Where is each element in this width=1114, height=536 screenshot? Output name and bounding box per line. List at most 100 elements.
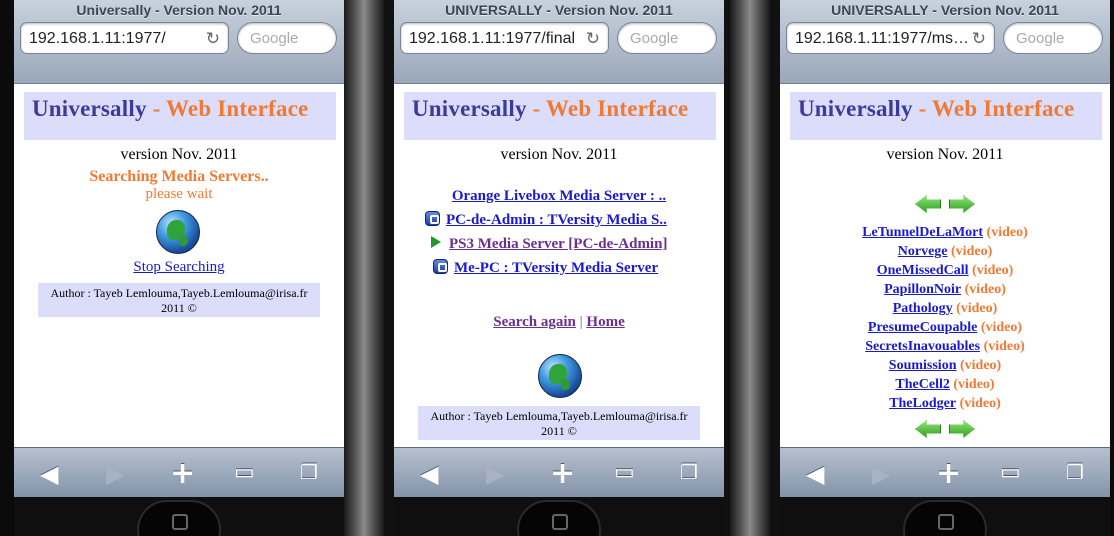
pager-top [780, 195, 1110, 218]
back-icon[interactable]: ◀ [420, 460, 438, 488]
address-bar[interactable]: 192.168.1.11:1977/ ↻ [20, 22, 229, 54]
video-type: (video) [980, 320, 1023, 335]
searching-status: Searching Media Servers.. [89, 168, 269, 185]
header-title: Universally [32, 96, 147, 121]
header-title: Universally [798, 96, 913, 121]
search-field[interactable]: Google [1003, 22, 1103, 54]
home-button[interactable] [517, 500, 601, 536]
window-title: UNIVERSALLY - Version Nov. 2011 [831, 2, 1059, 18]
previous-page-icon[interactable] [915, 420, 941, 438]
video-link[interactable]: TheCell2 [895, 377, 949, 392]
screen-servers: UNIVERSALLY - Version Nov. 2011 192.168.… [394, 0, 724, 536]
pager-bottom [780, 420, 1110, 443]
previous-page-icon[interactable] [915, 195, 941, 213]
home-square-icon [552, 514, 568, 530]
video-link[interactable]: OneMissedCall [877, 263, 969, 278]
list-item: Norvege (video) [780, 242, 1110, 261]
browser-toolbar: ◀ ▶ + ▭ ❐ [14, 447, 344, 497]
video-type: (video) [964, 282, 1006, 297]
version-text: version Nov. 2011 [120, 146, 238, 163]
browser-toolbar: ◀ ▶ + ▭ ❐ [394, 447, 724, 497]
list-item: PapillonNoir (video) [780, 280, 1110, 299]
header-subtitle: - Web Interface [152, 96, 309, 121]
search-again-link[interactable]: Search again [493, 314, 576, 330]
version-text: version Nov. 2011 [500, 146, 618, 163]
add-bookmark-icon[interactable]: + [550, 456, 575, 491]
browser-titlebar: UNIVERSALLY - Version Nov. 2011 192.168.… [780, 0, 1110, 84]
home-button[interactable] [137, 500, 221, 536]
bookmarks-icon[interactable]: ▭ [234, 460, 255, 485]
video-link[interactable]: Pathology [893, 301, 953, 316]
search-field[interactable]: Google [617, 22, 717, 54]
video-type: (video) [959, 358, 1002, 373]
next-page-icon[interactable] [949, 420, 975, 438]
server-link[interactable]: PC-de-Admin : TVersity Media S.. [446, 212, 667, 228]
play-icon [431, 236, 441, 248]
list-item: LeTunnelDeLaMort (video) [780, 223, 1110, 242]
page-header: Universally - Web Interface [790, 92, 1102, 140]
list-item: PresumeCoupable (video) [780, 318, 1110, 337]
pages-icon[interactable]: ❐ [680, 460, 698, 484]
separator-1 [344, 0, 384, 536]
video-link[interactable]: Soumission [889, 358, 957, 373]
media-server-icon [433, 259, 448, 274]
screen-videos: UNIVERSALLY - Version Nov. 2011 192.168.… [780, 0, 1110, 536]
separator-2 [730, 0, 770, 536]
reload-icon[interactable]: ↻ [206, 29, 220, 49]
video-type: (video) [956, 301, 998, 316]
add-bookmark-icon[interactable]: + [936, 456, 961, 491]
page-header: Universally - Web Interface [404, 92, 716, 140]
url-text: 192.168.1.11:1977/final [409, 30, 576, 47]
forward-icon[interactable]: ▶ [872, 460, 890, 488]
home-button[interactable] [903, 500, 987, 536]
add-bookmark-icon[interactable]: + [170, 456, 195, 491]
next-page-icon[interactable] [949, 195, 975, 213]
home-link[interactable]: Home [586, 314, 624, 330]
copyright-line: 2011 © [541, 424, 577, 438]
author-line: Author : Tayeb Lemlouma,Tayeb.Lemlouma@i… [430, 409, 688, 423]
video-link[interactable]: LeTunnelDeLaMort [862, 225, 983, 240]
video-type: (video) [986, 225, 1028, 240]
link-separator: | [579, 314, 583, 330]
author-box: Author : Tayeb Lemlouma,Tayeb.Lemlouma@i… [418, 406, 700, 440]
video-link[interactable]: PresumeCoupable [868, 320, 977, 335]
phone-bezel-left [0, 0, 14, 536]
browser-titlebar: Universally - Version Nov. 2011 192.168.… [14, 0, 344, 84]
pages-icon[interactable]: ❐ [1066, 460, 1084, 484]
url-text: 192.168.1.11:1977/ [29, 30, 166, 47]
stop-searching-link[interactable]: Stop Searching [133, 259, 224, 275]
home-square-icon [938, 514, 954, 530]
pages-icon[interactable]: ❐ [300, 460, 318, 484]
header-title: Universally [412, 96, 527, 121]
copyright-line: 2011 © [161, 301, 197, 315]
video-type: (video) [972, 263, 1014, 278]
video-link[interactable]: SecretsInavouables [865, 339, 980, 354]
video-list: LeTunnelDeLaMort (video) Norvege (video)… [780, 223, 1110, 413]
list-item: TheCell2 (video) [780, 375, 1110, 394]
server-link[interactable]: PS3 Media Server [PC-de-Admin] [449, 236, 667, 252]
browser-titlebar: UNIVERSALLY - Version Nov. 2011 192.168.… [394, 0, 724, 84]
video-link[interactable]: PapillonNoir [884, 282, 961, 297]
back-icon[interactable]: ◀ [806, 460, 824, 488]
search-field[interactable]: Google [237, 22, 337, 54]
address-bar[interactable]: 192.168.1.11:1977/ms… ↻ [786, 22, 995, 54]
server-link[interactable]: Me-PC : TVersity Media Server [454, 260, 658, 276]
video-link[interactable]: Norvege [898, 244, 948, 259]
server-link[interactable]: Orange Livebox Media Server : .. [452, 188, 666, 204]
video-link[interactable]: TheLodger [889, 396, 956, 411]
bookmarks-icon[interactable]: ▭ [614, 460, 635, 485]
forward-icon[interactable]: ▶ [106, 460, 124, 488]
globe-icon [156, 210, 200, 254]
back-icon[interactable]: ◀ [40, 460, 58, 488]
forward-icon[interactable]: ▶ [486, 460, 504, 488]
version-text: version Nov. 2011 [886, 146, 1004, 163]
bookmarks-icon[interactable]: ▭ [1000, 460, 1021, 485]
list-item: OneMissedCall (video) [780, 261, 1110, 280]
reload-icon[interactable]: ↻ [586, 29, 600, 49]
address-bar[interactable]: 192.168.1.11:1977/final ↻ [400, 22, 609, 54]
list-item: Pathology (video) [780, 299, 1110, 318]
video-type: (video) [953, 377, 995, 392]
reload-icon[interactable]: ↻ [972, 29, 986, 49]
video-type: (video) [959, 396, 1001, 411]
list-item: TheLodger (video) [780, 394, 1110, 413]
